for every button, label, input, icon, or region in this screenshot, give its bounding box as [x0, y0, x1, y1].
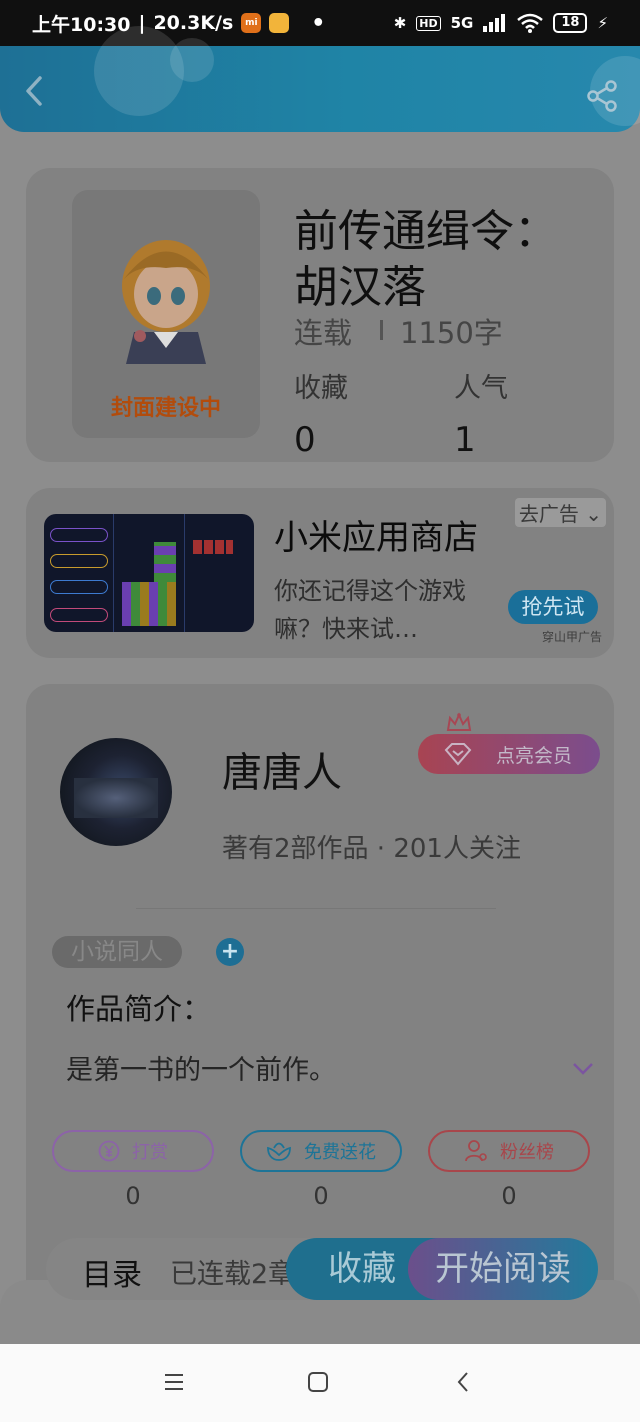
tip-count: 0: [125, 1182, 141, 1210]
message-notification-icon: [269, 13, 290, 33]
stat-value-popularity: 1: [454, 420, 476, 460]
share-button[interactable]: [586, 80, 618, 112]
status-left: 上午10:30 | 20.3K/s mi •: [32, 10, 325, 37]
more-notifications-icon: •: [311, 10, 326, 36]
charging-icon: ⚡: [597, 14, 608, 32]
status-divider: [380, 320, 383, 340]
chevron-down-icon[interactable]: [572, 1062, 594, 1076]
ad-description: 你还记得这个游戏嘛？快来试…: [274, 577, 466, 643]
menu-icon[interactable]: [162, 1370, 186, 1394]
stat-label-collect: 收藏: [294, 373, 348, 404]
cover-placeholder-label: 封面建设中: [110, 396, 221, 421]
decor-bubble: [170, 38, 214, 82]
mi-notification-icon: mi: [241, 13, 262, 33]
start-reading-button[interactable]: 开始阅读: [408, 1238, 598, 1300]
ad-panel-game: [185, 514, 254, 632]
tip-button[interactable]: 打赏: [52, 1130, 214, 1172]
ad-panel-blocks: [114, 514, 185, 632]
remove-ad-button[interactable]: 去广告 ⌄: [514, 498, 606, 527]
flower-count: 0: [313, 1182, 329, 1210]
status-right: ✱ HD 5G 18 ⚡: [394, 13, 608, 33]
home-icon[interactable]: [306, 1370, 330, 1394]
fans-rank-button[interactable]: 粉丝榜: [428, 1130, 590, 1172]
remove-ad-label: 去广告: [518, 502, 579, 526]
genre-tag[interactable]: 小说同人: [52, 936, 182, 968]
author-name[interactable]: 唐唐人: [222, 740, 342, 798]
status-net-speed: 20.3K/s: [153, 12, 234, 34]
back-icon[interactable]: [452, 1370, 476, 1394]
stat-value-collect: 0: [294, 420, 316, 460]
vip-button[interactable]: 点亮会员: [418, 734, 600, 774]
tip-label: 打赏: [132, 1142, 168, 1163]
ad-game-screenshot: [44, 514, 254, 632]
divider: [136, 908, 496, 909]
crown-icon: [446, 712, 472, 731]
diamond-icon: [444, 743, 472, 766]
ad-title: 小米应用商店: [274, 518, 478, 558]
fans-rank-icon: [465, 1140, 487, 1162]
status-bar: 上午10:30 | 20.3K/s mi • ✱ HD 5G 18 ⚡: [0, 0, 640, 46]
fans-rank-label: 粉丝榜: [500, 1142, 554, 1163]
network-type: 5G: [450, 14, 474, 32]
battery-level: 18: [553, 13, 588, 33]
yen-coin-icon: [98, 1140, 120, 1162]
system-nav-bar: [0, 1344, 640, 1422]
fans-count: 0: [501, 1182, 517, 1210]
vip-label: 点亮会员: [495, 744, 572, 767]
header: [0, 26, 640, 132]
anime-placeholder-image: [122, 240, 210, 364]
toc-button[interactable]: 目录: [82, 1250, 142, 1294]
book-title: 前传通缉令：胡汉落: [294, 206, 558, 313]
bottom-action-bar: 目录 已连载2章 收藏 开始阅读: [46, 1238, 598, 1300]
send-flower-button[interactable]: 免费送花: [240, 1130, 402, 1172]
stat-label-popularity: 人气: [454, 373, 508, 404]
ad-try-button[interactable]: 抢先试: [508, 590, 598, 624]
hd-icon: HD: [416, 15, 441, 31]
flower-icon: [267, 1142, 291, 1161]
book-status: 连载: [294, 316, 353, 350]
ad-source: 穿山甲广告: [541, 630, 602, 644]
book-cover[interactable]: 封面建设中: [72, 190, 260, 438]
send-flower-label: 免费送花: [304, 1142, 376, 1163]
author-avatar[interactable]: [60, 738, 172, 846]
add-tag-button[interactable]: +: [216, 938, 244, 966]
bluetooth-icon: ✱: [393, 14, 407, 32]
wifi-icon: [517, 13, 544, 33]
book-word-count: 1150字: [400, 316, 503, 350]
ad-panel-menu: [44, 514, 115, 632]
back-button[interactable]: [18, 74, 52, 108]
signal-icon: [483, 14, 506, 32]
toc-chapter-count[interactable]: 已连载2章: [170, 1252, 290, 1291]
intro-text: 是第一书的一个前作。: [66, 1055, 336, 1086]
intro-title: 作品简介：: [66, 992, 212, 1026]
book-info-card: 封面建设中 前传通缉令：胡汉落 连载 1150字 收藏 人气 0 1: [26, 168, 614, 462]
decor-bubble: [94, 26, 184, 116]
author-meta: 著有2部作品 · 201人关注: [222, 834, 521, 864]
ad-card[interactable]: 小米应用商店 你还记得这个游戏嘛？快来试… 去广告 ⌄ 抢先试 穿山甲广告: [26, 488, 614, 658]
